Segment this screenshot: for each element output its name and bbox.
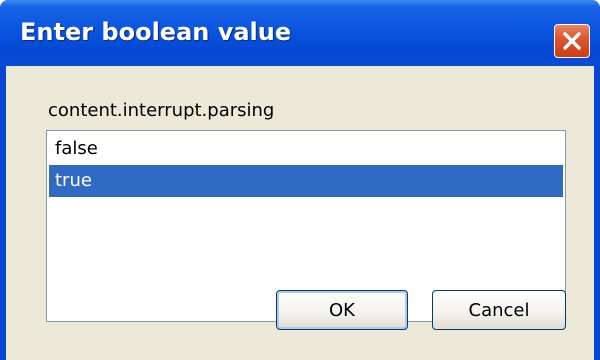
dialog-body: content.interrupt.parsing false true OK …	[6, 66, 594, 360]
close-icon	[563, 32, 581, 50]
dialog-window: Enter boolean value content.interrupt.pa…	[0, 0, 600, 360]
close-button[interactable]	[554, 24, 590, 58]
list-item-true[interactable]: true	[49, 165, 563, 197]
dialog-title: Enter boolean value	[20, 18, 292, 46]
ok-button[interactable]: OK	[276, 290, 408, 330]
title-bar[interactable]: Enter boolean value	[0, 0, 600, 66]
list-item-false[interactable]: false	[49, 133, 563, 165]
cancel-button[interactable]: Cancel	[432, 290, 566, 330]
prompt-label: content.interrupt.parsing	[48, 100, 275, 121]
